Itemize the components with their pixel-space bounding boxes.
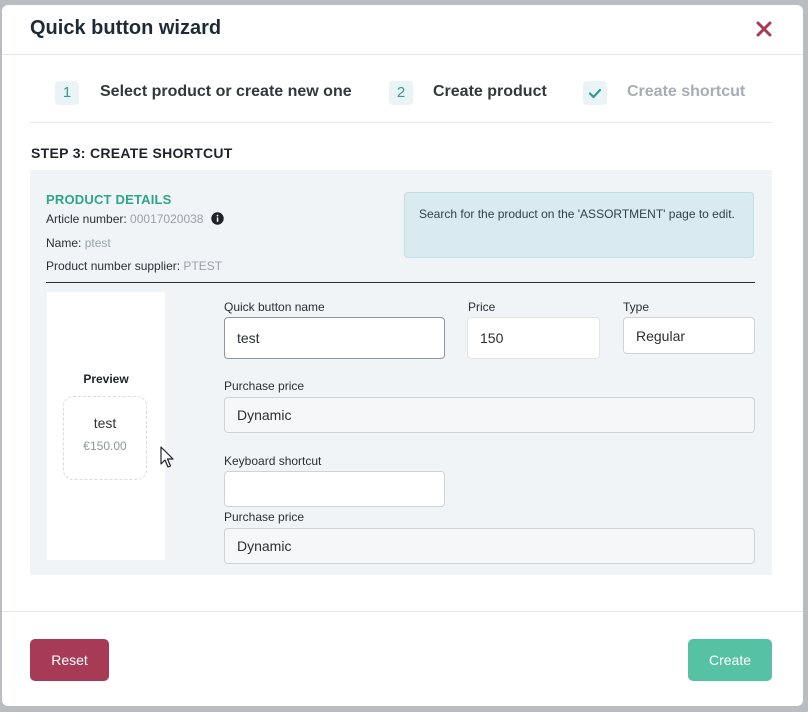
- step-1-number: 1: [55, 81, 79, 105]
- preview-title: Preview: [83, 372, 129, 386]
- step-3-check-icon: [583, 81, 607, 105]
- product-details-title: PRODUCT DETAILS: [46, 192, 172, 207]
- reset-button[interactable]: Reset: [30, 639, 109, 681]
- wizard-steps: 1 Select product or create new one 2 Cre…: [2, 65, 803, 125]
- info-icon[interactable]: [211, 212, 224, 225]
- type-value: Regular: [636, 327, 686, 344]
- preview-panel: Preview test €150.00: [47, 292, 165, 560]
- create-button[interactable]: Create: [688, 639, 772, 681]
- supplier-row: Product number supplier: PTEST: [46, 259, 222, 273]
- mouse-cursor-icon: [160, 446, 174, 468]
- purchase-price-value: Dynamic: [237, 407, 292, 423]
- preview-quick-button: test €150.00: [63, 396, 147, 480]
- footer-divider: [2, 611, 803, 612]
- modal-title: Quick button wizard: [30, 17, 222, 39]
- create-shortcut-panel: PRODUCT DETAILS Article number: 00017020…: [30, 170, 772, 575]
- close-icon: [756, 21, 772, 37]
- purchase-price-input[interactable]: Dynamic: [224, 397, 755, 433]
- step-2-number: 2: [389, 81, 413, 105]
- section-title: STEP 3: CREATE SHORTCUT: [31, 145, 233, 161]
- quick-button-name-label: Quick button name: [224, 300, 325, 314]
- name-value: ptest: [84, 236, 111, 250]
- keyboard-shortcut-label: Keyboard shortcut: [224, 454, 322, 468]
- type-select[interactable]: Regular: [623, 317, 755, 354]
- quick-button-wizard-modal: Quick button wizard 1 Select product or …: [2, 5, 803, 706]
- purchase-price-2-value: Dynamic: [237, 538, 292, 554]
- step-3-label[interactable]: Create shortcut: [627, 83, 745, 101]
- supplier-label: Product number supplier:: [46, 259, 181, 273]
- purchase-price-2-label: Purchase price: [224, 510, 305, 524]
- purchase-price-2-input[interactable]: Dynamic: [224, 528, 755, 564]
- modal-header: Quick button wizard: [2, 5, 803, 55]
- step-2-label[interactable]: Create product: [433, 83, 547, 101]
- keyboard-shortcut-input[interactable]: [224, 471, 445, 507]
- step-1-label[interactable]: Select product or create new one: [100, 83, 352, 101]
- price-value: 150: [480, 330, 504, 346]
- article-number-row: Article number: 00017020038: [46, 212, 224, 226]
- article-number-value: 00017020038: [130, 212, 204, 226]
- name-label: Name:: [46, 236, 82, 250]
- price-input[interactable]: 150: [467, 317, 600, 359]
- quick-button-name-input[interactable]: test: [224, 317, 445, 359]
- quick-button-name-value: test: [237, 330, 260, 346]
- panel-divider: [46, 282, 755, 283]
- type-label: Type: [623, 300, 650, 314]
- price-label: Price: [468, 300, 496, 314]
- steps-divider: [30, 122, 772, 123]
- assortment-notice: Search for the product on the 'ASSORTMEN…: [404, 192, 754, 258]
- preview-button-price: €150.00: [83, 439, 127, 453]
- purchase-price-label: Purchase price: [224, 379, 305, 393]
- close-button[interactable]: [752, 17, 776, 41]
- supplier-value: PTEST: [183, 259, 223, 273]
- article-number-label: Article number:: [46, 212, 127, 226]
- name-row: Name: ptest: [46, 236, 111, 250]
- preview-button-name: test: [93, 415, 117, 431]
